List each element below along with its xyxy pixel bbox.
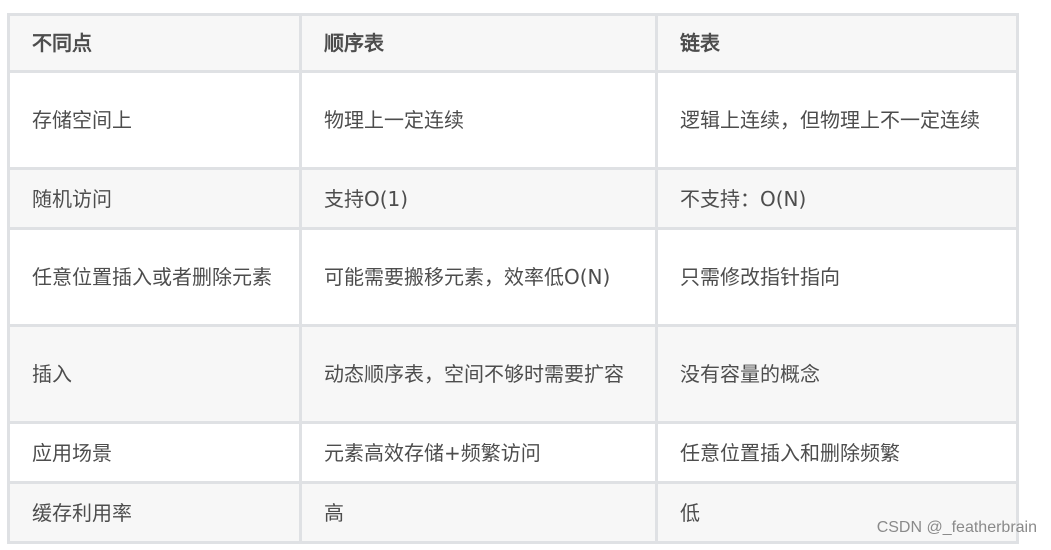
comparison-table: 不同点 顺序表 链表 存储空间上 物理上一定连续 逻辑上连续，但物理上不一定连续… [7,13,1019,544]
table-cell: 只需修改指针指向 [655,227,1019,327]
table-row: 存储空间上 物理上一定连续 逻辑上连续，但物理上不一定连续 [7,70,1019,170]
table-cell: 高 [299,481,658,544]
table-row: 缓存利用率 高 低 [7,481,1019,544]
watermark: CSDN @_featherbrain [876,519,1037,536]
table-cell: 任意位置插入或者删除元素 [7,227,302,327]
table-cell: 任意位置插入和删除频繁 [655,421,1019,484]
table-cell: 逻辑上连续，但物理上不一定连续 [655,70,1019,170]
table-cell: 不支持：O(N) [655,167,1019,230]
table-row: 随机访问 支持O(1) 不支持：O(N) [7,167,1019,230]
table-cell: 插入 [7,324,302,424]
table-cell: 元素高效存储+频繁访问 [299,421,658,484]
table-cell: 物理上一定连续 [299,70,658,170]
table-cell: 没有容量的概念 [655,324,1019,424]
header-cell: 不同点 [7,13,302,73]
table-cell: 存储空间上 [7,70,302,170]
table-row: 插入 动态顺序表，空间不够时需要扩容 没有容量的概念 [7,324,1019,424]
table-cell: 应用场景 [7,421,302,484]
table-row: 应用场景 元素高效存储+频繁访问 任意位置插入和删除频繁 [7,421,1019,484]
table-cell: 可能需要搬移元素，效率低O(N) [299,227,658,327]
header-row: 不同点 顺序表 链表 [7,13,1019,73]
table-cell: 支持O(1) [299,167,658,230]
header-cell: 链表 [655,13,1019,73]
table-cell: 动态顺序表，空间不够时需要扩容 [299,324,658,424]
table-cell: 随机访问 [7,167,302,230]
table-cell: 缓存利用率 [7,481,302,544]
table-row: 任意位置插入或者删除元素 可能需要搬移元素，效率低O(N) 只需修改指针指向 [7,227,1019,327]
header-cell: 顺序表 [299,13,658,73]
